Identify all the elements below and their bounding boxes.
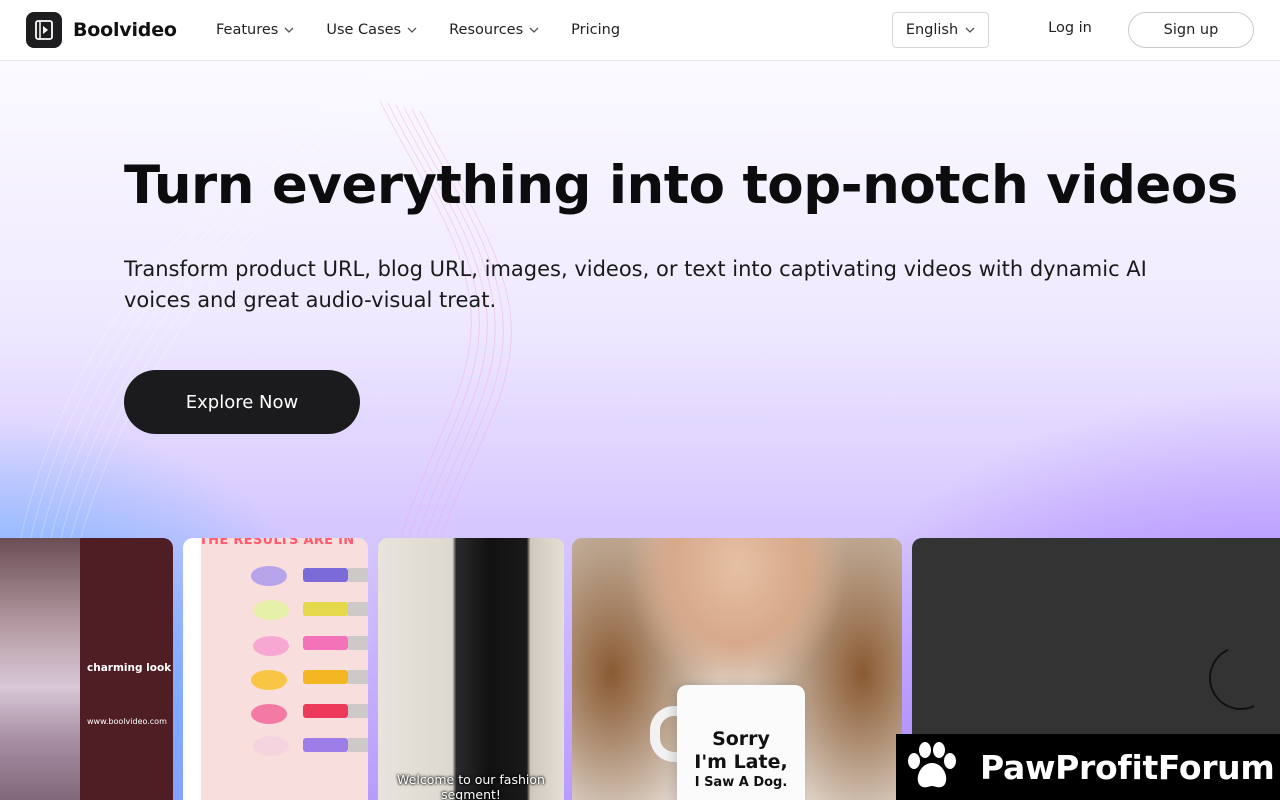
loading-spinner-icon [1199,636,1280,720]
paw-icon [904,739,960,795]
watermark-text: PawProfitForum [980,747,1275,787]
card-caption: Welcome to our fashion segment! [397,772,545,800]
mug-line: I Saw A Dog. [694,775,788,790]
chevron-down-icon [284,27,294,33]
mug-print: Sorry I'm Late, I Saw A Dog. [677,728,805,792]
dress-photo [0,538,80,800]
fashion-photo [378,538,564,800]
card-url: www.boolvideo.com [87,717,167,726]
signup-button[interactable]: Sign up [1128,12,1254,48]
language-select[interactable]: English [892,12,989,48]
nav-item-label: Features [216,22,279,38]
nav-item-resources[interactable]: Resources [449,22,539,38]
nav-item-pricing[interactable]: Pricing [571,22,620,38]
nav-item-label: Resources [449,22,524,38]
video-card-mug[interactable]: Sorry I'm Late, I Saw A Dog. [572,538,902,800]
nav-item-use-cases[interactable]: Use Cases [326,22,417,38]
brand-name: Boolvideo [73,19,177,41]
hero-section: Turn everything into top-notch videos Tr… [0,61,1280,800]
main-nav: Features Use Cases Resources Pricing [216,0,652,60]
video-card-results[interactable]: THE RESULTS ARE IN [183,538,368,800]
lip-swatches-graphic [251,566,368,756]
nav-item-features[interactable]: Features [216,22,294,38]
login-link[interactable]: Log in [1036,20,1104,36]
hero-subtitle: Transform product URL, blog URL, images,… [124,257,1147,312]
mug-line: Sorry [712,728,770,750]
chevron-down-icon [529,27,539,33]
watermark-badge: PawProfitForum [896,734,1280,800]
card-caption: charming look [87,662,172,674]
brand-logo[interactable]: Boolvideo [26,12,177,48]
video-card-charming-look[interactable]: charming look www.boolvideo.com [0,538,173,800]
nav-item-label: Pricing [571,22,621,38]
explore-now-button[interactable]: Explore Now [124,370,360,434]
nav-item-label: Use Cases [326,22,402,38]
language-label: English [905,22,959,38]
site-header: Boolvideo Features Use Cases Resources P… [0,0,1280,61]
chevron-down-icon [965,27,975,33]
chevron-down-icon [407,27,417,33]
video-card-fashion-segment[interactable]: Welcome to our fashion segment! [378,538,564,800]
mug-line: I'm Late, [694,751,788,773]
hero-title: Turn everything into top-notch videos [124,155,1238,216]
play-frame-icon [26,12,62,48]
